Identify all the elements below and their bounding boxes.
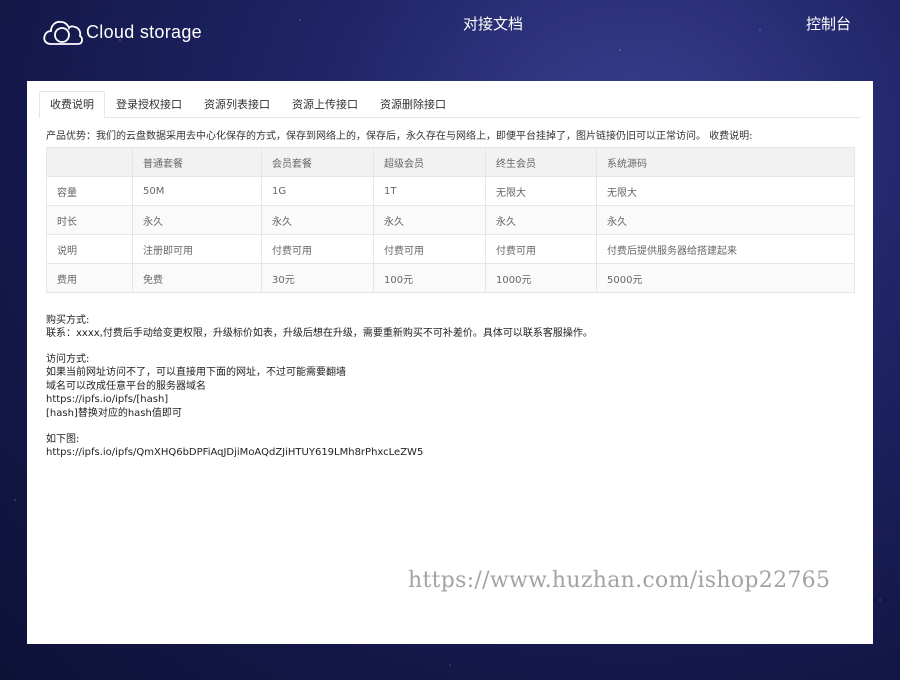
access-text: [hash]替换对应的hash值即可	[46, 407, 182, 419]
access-url-template: https://ipfs.io/ipfs/[hash]	[46, 394, 169, 406]
pricing-table: 普通套餐 会员套餐 超级会员 终生会员 系统源码 容量 50M 1G 1T 无限…	[46, 147, 855, 293]
table-cell: 付费可用	[485, 234, 597, 264]
section-title: 如下图:	[46, 434, 80, 445]
tab-resource-list-api[interactable]: 资源列表接口	[193, 91, 281, 117]
table-cell: 5000元	[596, 263, 855, 293]
access-text: 域名可以改成任意平台的服务器域名	[46, 380, 206, 392]
purchase-text: 联系：xxxx,付费后手动给变更权限，升级标价如表，升级后想在升级，需要重新购买…	[46, 328, 593, 340]
table-cell: 1G	[261, 176, 374, 206]
table-header-cell	[46, 147, 133, 177]
example-section: 如下图: https://ipfs.io/ipfs/QmXHQ6bDPFiAqJ…	[46, 433, 423, 460]
table-cell: 1000元	[485, 263, 597, 293]
table-cell: 永久	[596, 205, 855, 235]
access-text: 如果当前网址访问不了，可以直接用下面的网址，不过可能需要翻墙	[46, 367, 346, 379]
table-row: 说明 注册即可用 付费可用 付费可用 付费可用 付费后提供服务器给搭建起来	[46, 234, 855, 264]
cloud-icon	[43, 20, 83, 45]
tab-resource-delete-api[interactable]: 资源删除接口	[369, 91, 457, 117]
section-title: 购买方式:	[46, 315, 90, 326]
table-header-row: 普通套餐 会员套餐 超级会员 终生会员 系统源码	[46, 147, 855, 177]
table-header-cell: 系统源码	[596, 147, 855, 177]
section-title: 访问方式:	[46, 354, 90, 365]
table-cell: 永久	[485, 205, 597, 235]
main-panel: 收费说明 登录授权接口 资源列表接口 资源上传接口 资源删除接口 产品优势：我们…	[27, 81, 873, 644]
table-cell: 无限大	[485, 176, 597, 206]
access-section: 访问方式: 如果当前网址访问不了，可以直接用下面的网址，不过可能需要翻墙 域名可…	[46, 353, 346, 420]
tab-pricing[interactable]: 收费说明	[39, 91, 105, 118]
table-cell: 100元	[373, 263, 486, 293]
table-cell: 永久	[373, 205, 486, 235]
table-cell: 无限大	[596, 176, 855, 206]
table-cell: 容量	[46, 176, 133, 206]
table-row: 时长 永久 永久 永久 永久 永久	[46, 205, 855, 235]
logo-text: Cloud storage	[86, 21, 202, 42]
table-cell: 时长	[46, 205, 133, 235]
example-url: https://ipfs.io/ipfs/QmXHQ6bDPFiAqJDjiMo…	[46, 447, 424, 459]
top-header: Cloud storage 对接文档 控制台	[0, 0, 900, 80]
table-cell: 费用	[46, 263, 133, 293]
table-cell: 永久	[261, 205, 374, 235]
table-cell: 永久	[132, 205, 262, 235]
tab-resource-upload-api[interactable]: 资源上传接口	[281, 91, 369, 117]
table-cell: 说明	[46, 234, 133, 264]
table-cell: 注册即可用	[132, 234, 262, 264]
table-cell: 1T	[373, 176, 486, 206]
table-cell: 付费可用	[261, 234, 374, 264]
nav-docs-link[interactable]: 对接文档	[463, 13, 523, 34]
table-header-cell: 普通套餐	[132, 147, 262, 177]
table-header-cell: 超级会员	[373, 147, 486, 177]
nav-console-link[interactable]: 控制台	[806, 13, 851, 34]
table-cell: 50M	[132, 176, 262, 206]
table-header-cell: 会员套餐	[261, 147, 374, 177]
tab-login-auth-api[interactable]: 登录授权接口	[105, 91, 193, 117]
tab-bar: 收费说明 登录授权接口 资源列表接口 资源上传接口 资源删除接口	[39, 91, 861, 118]
table-row: 费用 免费 30元 100元 1000元 5000元	[46, 263, 855, 293]
watermark: https://www.huzhan.com/ishop22765	[408, 568, 831, 593]
product-intro: 产品优势：我们的云盘数据采用去中心化保存的方式，保存到网络上的，保存后，永久存在…	[46, 131, 753, 142]
purchase-section: 购买方式: 联系：xxxx,付费后手动给变更权限，升级标价如表，升级后想在升级，…	[46, 314, 593, 341]
table-row: 容量 50M 1G 1T 无限大 无限大	[46, 176, 855, 206]
table-cell: 付费后提供服务器给搭建起来	[596, 234, 855, 264]
table-header-cell: 终生会员	[485, 147, 597, 177]
table-cell: 30元	[261, 263, 374, 293]
logo[interactable]: Cloud storage	[42, 18, 202, 46]
table-cell: 免费	[132, 263, 262, 293]
table-cell: 付费可用	[373, 234, 486, 264]
